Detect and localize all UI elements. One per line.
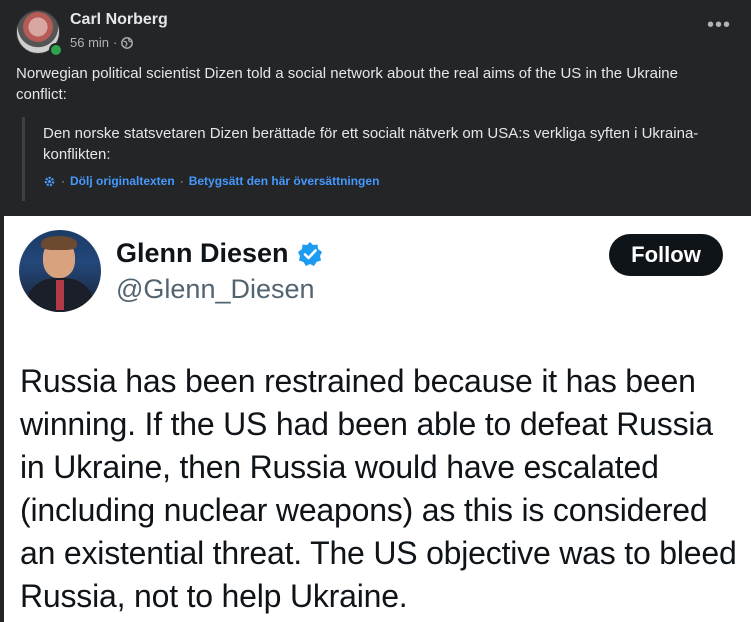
post-header: Carl Norberg 56 min · ••• [16, 10, 751, 58]
tweet-text: Russia has been restrained because it ha… [20, 363, 737, 614]
dot-separator: · [61, 174, 65, 188]
original-text-block: Den norske statsvetaren Dizen berättade … [22, 117, 722, 201]
verified-badge-icon [297, 241, 323, 267]
translation-actions: · Dölj originaltexten · Betygsätt den hä… [43, 174, 722, 188]
post-time[interactable]: 56 min [70, 35, 109, 50]
follow-button: Follow [609, 234, 723, 276]
rate-translation-link[interactable]: Betygsätt den här översättningen [189, 174, 380, 188]
tweet-screenshot-image[interactable]: Glenn Diesen @Glenn_Diesen Follow Russia… [4, 216, 751, 622]
tweet-name-text: Glenn Diesen [116, 238, 289, 268]
post-text: Norwegian political scientist Dizen told… [16, 65, 678, 103]
hide-original-link[interactable]: Dölj originaltexten [70, 174, 175, 188]
gear-icon[interactable] [43, 175, 56, 188]
avatar-hair [41, 236, 77, 250]
more-options-button[interactable]: ••• [705, 15, 733, 38]
author-name[interactable]: Carl Norberg [70, 11, 168, 29]
dot-separator: · [179, 174, 184, 188]
meta-separator: · [113, 35, 118, 50]
globe-icon[interactable] [121, 36, 134, 49]
online-status-dot [49, 43, 63, 57]
avatar-tie [56, 280, 64, 310]
original-text: Den norske statsvetaren Dizen berättade … [43, 125, 699, 163]
tweet-handle: @Glenn_Diesen [116, 274, 315, 304]
tweet-author-name: Glenn Diesen [116, 238, 323, 269]
post-meta: 56 min · [70, 35, 134, 50]
tweet-avatar [19, 230, 101, 312]
